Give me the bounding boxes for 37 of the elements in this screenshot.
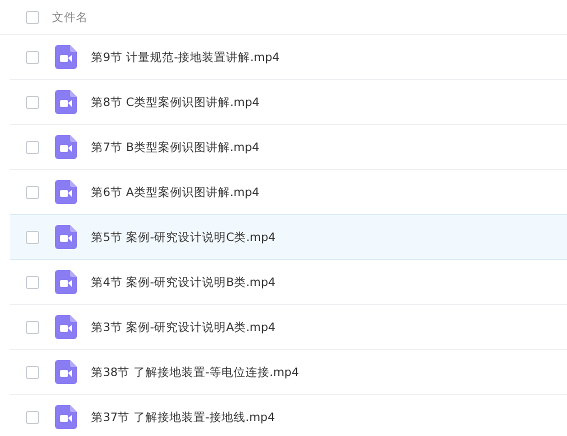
- checkbox[interactable]: [26, 50, 39, 64]
- checkbox[interactable]: [26, 96, 39, 108]
- column-header[interactable]: 文件名: [52, 10, 88, 24]
- select-all-checkbox[interactable]: [26, 10, 39, 24]
- file-row[interactable]: 第4节 案例-研究设计说明B类.mp4: [10, 260, 567, 305]
- checkbox[interactable]: [26, 186, 39, 198]
- checkbox[interactable]: [26, 410, 39, 424]
- video-file-icon: [55, 315, 77, 339]
- checkbox[interactable]: [26, 230, 39, 244]
- video-file-icon: [55, 90, 77, 114]
- video-file-icon: [55, 405, 77, 429]
- video-file-icon: [55, 360, 77, 384]
- file-name: 第7节 B类型案例识图讲解.mp4: [91, 140, 260, 154]
- file-name: 第8节 C类型案例识图讲解.mp4: [91, 94, 260, 110]
- file-row[interactable]: 第5节 案例-研究设计说明C类.mp4: [10, 214, 567, 260]
- file-name: 第9节 计量规范-接地装置讲解.mp4: [91, 50, 280, 64]
- file-row[interactable]: 第3节 案例-研究设计说明A类.mp4: [10, 305, 567, 350]
- file-name: 第5节 案例-研究设计说明C类.mp4: [91, 230, 276, 244]
- checkbox[interactable]: [26, 366, 39, 378]
- video-file-icon: [55, 225, 77, 249]
- video-file-icon: [55, 135, 77, 159]
- file-row[interactable]: 第7节 B类型案例识图讲解.mp4: [10, 125, 567, 170]
- checkbox[interactable]: [26, 320, 39, 334]
- checkbox[interactable]: [26, 276, 39, 288]
- video-file-icon: [55, 45, 77, 69]
- file-row[interactable]: 第9节 计量规范-接地装置讲解.mp4: [10, 35, 567, 80]
- file-name: 第38节 了解接地装置-等电位连接.mp4: [91, 364, 299, 380]
- file-name: 第3节 案例-研究设计说明A类.mp4: [91, 320, 276, 334]
- file-name: 第37节 了解接地装置-接地线.mp4: [91, 410, 275, 424]
- file-name: 第6节 A类型案例识图讲解.mp4: [91, 184, 260, 200]
- checkbox[interactable]: [26, 140, 39, 154]
- file-row[interactable]: 第37节 了解接地装置-接地线.mp4: [10, 395, 567, 436]
- video-file-icon: [55, 270, 77, 294]
- file-row[interactable]: 第38节 了解接地装置-等电位连接.mp4: [10, 350, 567, 395]
- file-row[interactable]: 第8节 C类型案例识图讲解.mp4: [10, 80, 567, 125]
- file-name: 第4节 案例-研究设计说明B类.mp4: [91, 274, 276, 290]
- video-file-icon: [55, 180, 77, 204]
